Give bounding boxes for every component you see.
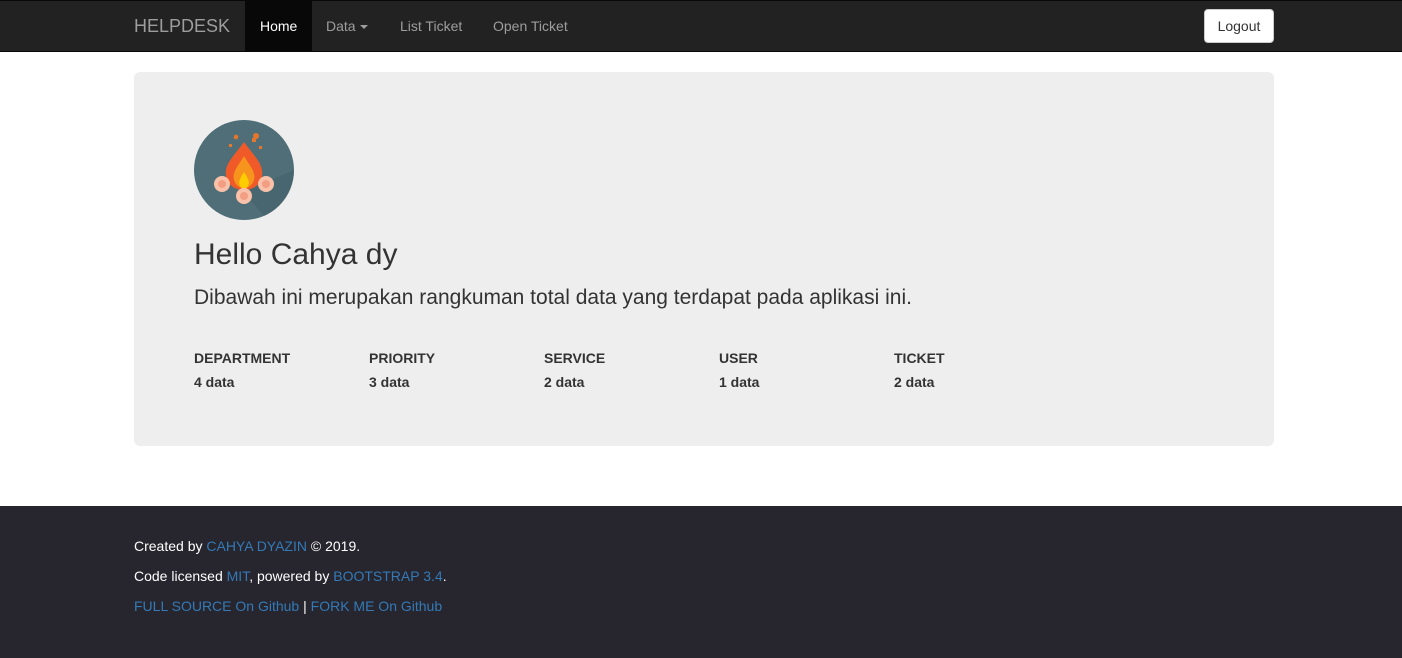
footer-github-line: FULL SOURCE On Github | FORK ME On Githu… [134,596,442,616]
stat-service: SERVICE 2 data [544,350,719,390]
stat-user: USER 1 data [719,350,894,390]
nav-item-open-ticket[interactable]: Open Ticket [478,1,583,51]
mit-license-link[interactable]: MIT [227,568,250,584]
stat-value: 2 data [894,374,935,390]
stat-value: 4 data [194,374,235,390]
fork-me-github-link[interactable]: FORK ME On Github [311,598,442,614]
summary-lead-text: Dibawah ini merupakan rangkuman total da… [194,286,912,309]
caret-down-icon [359,25,368,30]
author-link[interactable]: CAHYA DYAZIN [206,538,307,554]
nav-item-list-ticket[interactable]: List Ticket [385,1,477,51]
brand-logo[interactable]: HELPDESK [134,1,230,51]
page-footer: Created by CAHYA DYAZIN © 2019. Code lic… [0,506,1402,658]
stat-label: SERVICE [544,350,606,366]
footer-text: . [442,568,447,584]
stat-priority: PRIORITY 3 data [369,350,544,390]
footer-text: , powered by [249,568,334,584]
summary-jumbotron: Hello Cahya dy Dibawah ini merupakan ran… [134,72,1274,446]
footer-text: © 2019. [307,538,361,554]
stat-ticket: TICKET 2 data [894,350,1069,390]
stat-label: PRIORITY [369,350,436,366]
stat-label: TICKET [894,350,945,366]
nav-item-home[interactable]: Home [245,1,313,51]
full-source-github-link[interactable]: FULL SOURCE On Github [134,598,299,614]
nav-item-data-dropdown[interactable]: Data [311,1,383,51]
footer-text: Code licensed [134,568,227,584]
top-navbar: HELPDESK Home Data List Ticket Open Tick… [0,0,1402,52]
stat-department: DEPARTMENT 4 data [194,350,369,390]
stat-label: USER [719,350,758,366]
stat-value: 2 data [544,374,585,390]
stat-label: DEPARTMENT [194,350,291,366]
logout-button[interactable]: Logout [1204,9,1274,43]
footer-credit-line: Created by CAHYA DYAZIN © 2019. [134,536,360,556]
footer-separator: | [299,598,311,614]
campfire-icon [194,120,294,220]
greeting-heading: Hello Cahya dy [194,238,398,271]
stat-value: 3 data [369,374,410,390]
stat-value: 1 data [719,374,760,390]
footer-text: Created by [134,538,207,554]
footer-license-line: Code licensed MIT, powered by BOOTSTRAP … [134,566,447,586]
bootstrap-link[interactable]: BOOTSTRAP 3.4 [333,568,442,584]
nav-item-data-label: Data [326,18,356,34]
